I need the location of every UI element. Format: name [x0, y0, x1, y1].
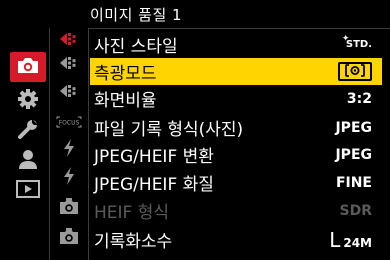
camera-menu-screen: 이미지 품질 1 FOCUS 사진 스타일 ✦ STD. 측광모드 화면비율 3… [0, 0, 390, 260]
menu-item-value: SDR [339, 202, 372, 219]
focus-icon: FOCUS [56, 113, 82, 132]
menu-item-jpeg-heif-switch[interactable]: JPEG/HEIF 변환 JPEG [90, 141, 382, 168]
main-tab-custom[interactable] [10, 86, 46, 116]
menu-item-label: 사진 스타일 [94, 37, 178, 57]
image-quality-icon [59, 83, 79, 102]
menu-item-label: JPEG/HEIF 변환 [94, 147, 214, 167]
wrench-icon [17, 118, 39, 144]
photo-style-value: ✦ STD. [342, 34, 372, 50]
picture-size-value: L 24M [329, 228, 372, 252]
sub-tab-camera-1[interactable] [52, 196, 86, 220]
main-tab-setup[interactable] [10, 116, 46, 146]
sub-tab-image-quality-2[interactable] [52, 52, 86, 76]
sub-tab-focus[interactable]: FOCUS [52, 110, 86, 134]
picture-size-mp: 24M [343, 235, 372, 250]
sub-tab-flash-2[interactable] [52, 166, 86, 190]
menu-item-picture-size[interactable]: 기록화소수 L 24M [90, 226, 382, 253]
sub-tab-flash-1[interactable] [52, 138, 86, 162]
page-title: 이미지 품질 1 [90, 6, 183, 24]
sparkle-icon: ✦ [341, 34, 350, 44]
metering-mode-value [338, 62, 372, 81]
menu-item-jpeg-heif-quality[interactable]: JPEG/HEIF 화질 FINE [90, 169, 382, 196]
focus-icon-label: FOCUS [59, 119, 80, 126]
main-tab-photo[interactable] [10, 52, 46, 82]
divider [49, 28, 50, 260]
menu-item-photo-style[interactable]: 사진 스타일 ✦ STD. [90, 31, 382, 58]
main-tab-playback[interactable] [10, 176, 46, 206]
sub-tab-image-quality-active[interactable] [52, 28, 86, 52]
menu-item-label: 파일 기록 형식(사진) [94, 120, 244, 140]
menu-item-label: HEIF 형식 [94, 203, 170, 223]
menu-item-value: JPEG [335, 119, 372, 136]
gear-icon [17, 88, 39, 114]
menu-item-heif-format: HEIF 형식 SDR [90, 197, 382, 224]
main-tab-mymenu[interactable] [10, 146, 46, 176]
menu-item-label: 기록화소수 [94, 232, 173, 252]
photo-icon [16, 56, 40, 78]
menu-item-metering-mode[interactable]: 측광모드 [90, 58, 382, 85]
flash-icon [62, 166, 76, 190]
menu-item-value: 3:2 [346, 90, 372, 107]
sub-tab-image-quality-3[interactable] [52, 80, 86, 104]
menu-item-file-format[interactable]: 파일 기록 형식(사진) JPEG [90, 114, 382, 141]
menu-item-value: FINE [335, 174, 372, 191]
image-quality-icon [59, 31, 79, 50]
picture-size-letter: L [329, 227, 341, 252]
multi-metering-icon [345, 62, 365, 81]
camera-icon [59, 197, 79, 219]
flash-icon [62, 138, 76, 162]
menu-item-label: 화면비율 [94, 91, 157, 111]
menu-item-label: 측광모드 [94, 64, 157, 84]
playback-icon [16, 180, 40, 202]
divider [88, 28, 390, 29]
menu-item-label: JPEG/HEIF 화질 [94, 175, 214, 195]
menu-item-value: JPEG [335, 146, 372, 163]
menu-item-aspect-ratio[interactable]: 화면비율 3:2 [90, 85, 382, 112]
photo-style-value-text: STD. [345, 39, 372, 50]
sub-tab-camera-2[interactable] [52, 226, 86, 250]
user-icon [17, 148, 39, 174]
camera-icon [59, 227, 79, 249]
image-quality-icon [59, 55, 79, 74]
divider [88, 28, 89, 260]
